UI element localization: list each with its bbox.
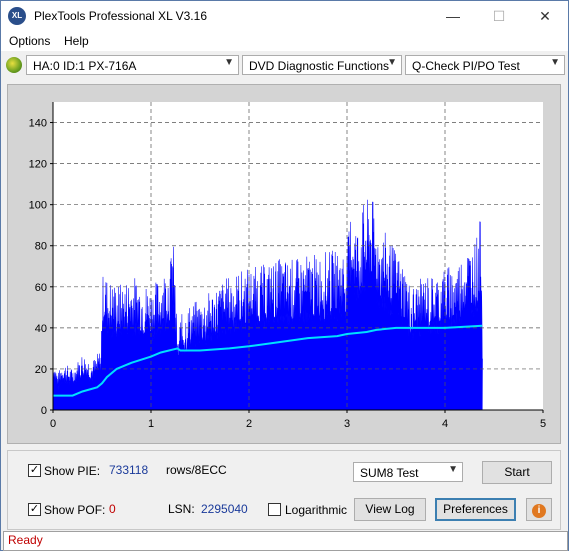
- window-title: PlexTools Professional XL V3.16: [34, 9, 207, 23]
- x-tick-label: 3: [344, 418, 350, 430]
- sum-select[interactable]: SUM8 Test ▼: [353, 462, 463, 482]
- function-select-value: DVD Diagnostic Functions: [249, 59, 390, 73]
- show-pie-checkbox[interactable]: ✓: [28, 464, 41, 477]
- view-log-button[interactable]: View Log: [354, 498, 426, 521]
- pie-unit: rows/8ECC: [166, 463, 227, 477]
- menu-bar: Options Help: [1, 31, 568, 51]
- drive-icon: [6, 57, 22, 73]
- chevron-down-icon: ▼: [550, 57, 560, 68]
- y-tick-label: 40: [35, 323, 47, 335]
- maximize-button[interactable]: ☐: [476, 1, 522, 31]
- menu-options[interactable]: Options: [9, 34, 50, 48]
- function-select[interactable]: DVD Diagnostic Functions ▼: [242, 55, 402, 75]
- logarithmic-checkbox[interactable]: [268, 503, 281, 516]
- x-tick-label: 1: [148, 418, 154, 430]
- lsn-value: 2295040: [201, 502, 248, 516]
- chart-frame: 0 20 40 60 80 100 120 140 0 1 2 3 4 5: [7, 84, 561, 444]
- x-tick-label: 0: [50, 418, 56, 430]
- y-tick-label: 100: [29, 200, 47, 212]
- show-pof-label: Show POF:: [44, 503, 106, 517]
- x-tick-label: 5: [540, 418, 546, 430]
- app-window: XL PlexTools Professional XL V3.16 — ☐ ✕…: [0, 0, 569, 551]
- pof-value: 0: [109, 502, 116, 516]
- sum-select-value: SUM8 Test: [360, 466, 419, 480]
- test-select[interactable]: Q-Check PI/PO Test ▼: [405, 55, 565, 75]
- lsn-label: LSN:: [168, 502, 195, 516]
- close-button[interactable]: ✕: [522, 1, 568, 31]
- minimize-button[interactable]: —: [430, 1, 476, 31]
- info-icon: i: [532, 504, 546, 518]
- chevron-down-icon: ▼: [448, 464, 458, 475]
- chevron-down-icon: ▼: [224, 57, 234, 68]
- show-pof-checkbox[interactable]: ✓: [28, 503, 41, 516]
- plextools-logo-icon: XL: [8, 7, 26, 25]
- title-bar[interactable]: XL PlexTools Professional XL V3.16 — ☐ ✕: [1, 1, 568, 31]
- pie-value: 733118: [109, 463, 149, 477]
- info-button[interactable]: i: [526, 498, 552, 521]
- drive-select-value: HA:0 ID:1 PX-716A: [33, 59, 137, 73]
- y-tick-label: 140: [29, 118, 47, 130]
- show-pie-label: Show PIE:: [44, 464, 101, 478]
- chevron-down-icon: ▼: [387, 57, 397, 68]
- y-tick-label: 20: [35, 364, 47, 376]
- logarithmic-label: Logarithmic: [285, 503, 348, 517]
- x-tick-label: 4: [442, 418, 448, 430]
- menu-help[interactable]: Help: [64, 34, 89, 48]
- pie-chart-svg: 0 20 40 60 80 100 120 140 0 1 2 3 4 5: [29, 102, 546, 430]
- toolbar: HA:0 ID:1 PX-716A ▼ DVD Diagnostic Funct…: [1, 52, 568, 80]
- drive-select[interactable]: HA:0 ID:1 PX-716A ▼: [26, 55, 239, 75]
- y-tick-label: 120: [29, 159, 47, 171]
- results-panel: ✓ Show PIE: 733118 rows/8ECC SUM8 Test ▼…: [7, 450, 561, 530]
- test-select-value: Q-Check PI/PO Test: [412, 59, 520, 73]
- start-button[interactable]: Start: [482, 461, 552, 484]
- y-tick-label: 60: [35, 282, 47, 294]
- preferences-button[interactable]: Preferences: [435, 498, 516, 521]
- status-bar: Ready: [3, 531, 568, 551]
- y-tick-label: 80: [35, 241, 47, 253]
- x-tick-label: 2: [246, 418, 252, 430]
- status-text: Ready: [8, 533, 43, 547]
- y-tick-label: 0: [41, 405, 47, 417]
